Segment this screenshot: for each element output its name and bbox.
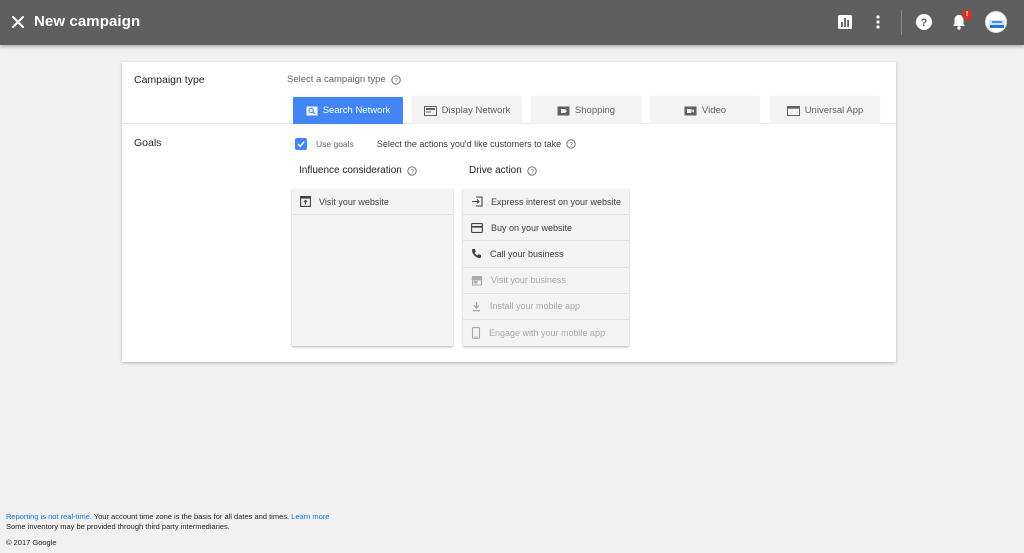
mobile-icon [471, 327, 481, 339]
tab-search-network-label: Search Network [322, 105, 391, 116]
credit-card-icon [471, 222, 483, 233]
check-icon [297, 141, 305, 148]
goals-label: Goals [134, 137, 162, 149]
goals-prompt-text: Select the actions you'd like customers … [376, 139, 562, 149]
phone-icon [472, 249, 481, 259]
goal-label: Engage with your mobile app [489, 328, 606, 339]
reporting-link[interactable]: Reporting is not real-time. [6, 512, 92, 521]
video-icon [684, 106, 697, 115]
campaign-type-label: Campaign type [134, 74, 205, 86]
campaign-type-prompt: Select a campaign type ? [287, 74, 401, 85]
tag-icon [557, 106, 570, 115]
sign-in-icon [472, 196, 483, 207]
app-icon [786, 105, 800, 116]
goal-buy-on-website[interactable]: Buy on your website [463, 215, 629, 242]
tab-video-label: Video [701, 105, 727, 116]
campaign-card: Campaign type Select a campaign type ? S… [122, 62, 896, 362]
influence-consideration-title: Influence consideration ? [299, 165, 417, 176]
svg-text:?: ? [394, 77, 398, 84]
footer-copyright: © 2017 Google [6, 538, 57, 547]
campaign-type-row: Campaign type Select a campaign type ? S… [122, 62, 896, 124]
store-icon [471, 275, 483, 286]
footer-reporting-note: Reporting is not real-time. Your account… [6, 512, 330, 521]
goal-visit-website[interactable]: Visit your website [292, 189, 453, 216]
drive-action-title: Drive action ? [469, 165, 537, 176]
learn-more-link[interactable]: Learn more [291, 512, 329, 521]
influence-title-text: Influence consideration [299, 165, 402, 176]
use-goals-checkbox[interactable] [295, 138, 307, 150]
top-app-bar: New campaign ? ! [0, 0, 1024, 45]
goal-express-interest[interactable]: Express interest on your website [463, 189, 629, 216]
influence-goals-list: Visit your website [292, 189, 453, 346]
goal-label: Express interest on your website [491, 196, 622, 207]
svg-text:?: ? [530, 168, 534, 175]
svg-text:?: ? [569, 141, 573, 148]
goal-label: Visit your website [319, 196, 389, 207]
tab-display-network-label: Display Network [441, 105, 511, 116]
goal-engage-app: Engage with your mobile app [463, 320, 629, 346]
tab-search-network[interactable]: Search Network [293, 97, 403, 124]
tab-display-network[interactable]: Display Network [412, 97, 522, 124]
toolbar-divider [901, 10, 902, 35]
goals-options: Use goals Select the actions you'd like … [295, 138, 576, 150]
display-icon [423, 105, 437, 116]
close-icon[interactable] [9, 13, 27, 31]
reporting-text: Your account time zone is the basis for … [91, 512, 292, 521]
campaign-type-prompt-text: Select a campaign type [287, 74, 386, 85]
account-logo-icon [989, 20, 1005, 28]
help-outline-icon[interactable]: ? [391, 74, 401, 85]
tab-universal-app-label: Universal App [804, 105, 864, 116]
drive-title-text: Drive action [469, 165, 522, 176]
goal-label: Call your business [490, 248, 564, 259]
download-icon [473, 301, 480, 312]
help-icon[interactable]: ? [915, 13, 933, 31]
tab-shopping[interactable]: Shopping [531, 97, 641, 124]
svg-text:?: ? [410, 168, 414, 175]
help-outline-icon[interactable]: ? [407, 165, 417, 176]
notification-badge: ! [962, 10, 972, 20]
page-title: New campaign [34, 13, 141, 30]
goals-prompt: Select the actions you'd like customers … [377, 139, 576, 149]
drive-goals-list: Express interest on your website Buy on … [463, 189, 629, 346]
goal-visit-business: Visit your business [463, 268, 629, 294]
more-vert-icon[interactable] [869, 13, 887, 31]
goal-label: Buy on your website [491, 222, 573, 233]
avatar[interactable] [985, 11, 1007, 33]
use-goals-label: Use goals [316, 139, 354, 149]
footer-inventory-note: Some inventory may be provided through t… [6, 522, 230, 531]
search-icon [306, 106, 318, 115]
help-outline-icon[interactable]: ? [566, 139, 576, 149]
help-outline-icon[interactable]: ? [527, 165, 537, 176]
tab-shopping-label: Shopping [574, 105, 616, 116]
tab-universal-app[interactable]: Universal App [770, 97, 880, 124]
reports-icon[interactable] [836, 13, 854, 31]
svg-text:?: ? [921, 17, 928, 29]
goal-call-business[interactable]: Call your business [463, 241, 629, 268]
goal-label: Visit your business [491, 275, 566, 286]
website-icon [300, 196, 311, 208]
tab-video[interactable]: Video [650, 97, 760, 124]
goal-install-app: Install your mobile app [463, 294, 629, 320]
goal-label: Install your mobile app [490, 301, 581, 312]
